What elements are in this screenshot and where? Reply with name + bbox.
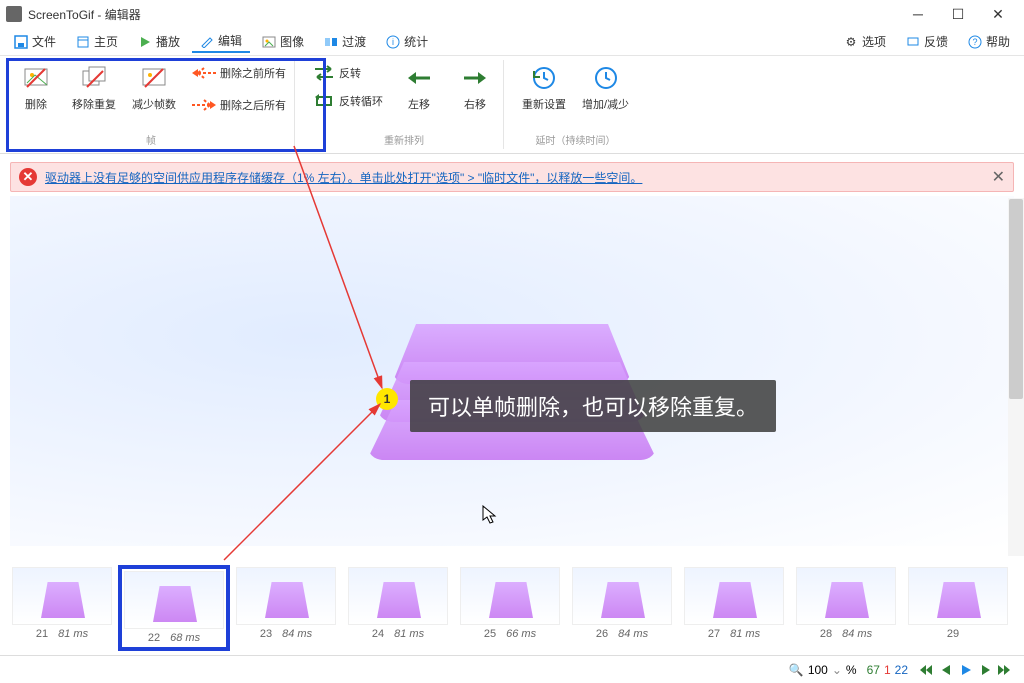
zoom-display[interactable]: 🔍 100 ⌄ % (789, 663, 857, 677)
preview-area[interactable] (10, 196, 1014, 546)
titlebar: ScreenToGif - 编辑器 ─ ☐ ✕ (0, 0, 1024, 28)
ribbon-group-frame: 删除 移除重复 减少帧数 删除之前所有 删除之后所有 帧 (8, 60, 295, 149)
thumb-23[interactable]: 2384 ms (230, 565, 342, 651)
move-left-button[interactable]: 左移 (397, 62, 441, 114)
clock-reset-icon (530, 64, 558, 92)
edit-icon (200, 34, 214, 48)
window-title: ScreenToGif - 编辑器 (28, 6, 898, 23)
delete-icon (22, 64, 50, 92)
thumb-image (684, 567, 784, 625)
delete-before-button[interactable]: 删除之前所有 (190, 62, 288, 84)
minimize-button[interactable]: ─ (898, 0, 938, 28)
arrow-right-icon (192, 96, 216, 114)
play-icon (138, 35, 152, 49)
preview-vscrollbar[interactable] (1008, 198, 1024, 556)
group-label-delay: 延时（持续时间） (536, 132, 616, 147)
save-icon (14, 35, 28, 49)
maximize-button[interactable]: ☐ (938, 0, 978, 28)
reverse-icon (313, 64, 335, 82)
move-right-icon (461, 64, 489, 92)
ribbon: 删除 移除重复 减少帧数 删除之前所有 删除之后所有 帧 反转 反转循环 左移 … (0, 56, 1024, 154)
ribbon-group-delay: 重新设置 增加/减少 延时（持续时间） (514, 60, 637, 149)
cursor-icon (482, 505, 498, 525)
svg-text:?: ? (972, 37, 977, 47)
thumb-image (12, 567, 112, 625)
options-icon: ⚙ (844, 35, 858, 49)
menu-edit[interactable]: 编辑 (192, 30, 250, 53)
thumb-27[interactable]: 2781 ms (678, 565, 790, 651)
move-left-icon (405, 64, 433, 92)
svg-text:i: i (392, 37, 394, 47)
home-icon (76, 35, 90, 49)
thumb-image (236, 567, 336, 625)
nav-buttons (918, 662, 1014, 678)
delete-after-button[interactable]: 删除之后所有 (190, 94, 288, 116)
thumb-image (908, 567, 1008, 625)
last-button[interactable] (998, 662, 1014, 678)
image-icon (262, 35, 276, 49)
delete-button[interactable]: 删除 (14, 62, 58, 114)
thumb-22[interactable]: 2268 ms (118, 565, 230, 651)
menu-file[interactable]: 文件 (6, 31, 64, 52)
transition-icon (324, 35, 338, 49)
thumb-26[interactable]: 2684 ms (566, 565, 678, 651)
reverse-loop-button[interactable]: 反转循环 (311, 90, 385, 112)
duplicate-icon (80, 64, 108, 92)
annotation-marker-1: 1 (376, 388, 398, 410)
app-icon (6, 6, 22, 22)
arrow-left-icon (192, 64, 216, 82)
group-label-rearrange: 重新排列 (384, 132, 424, 147)
reverse-button[interactable]: 反转 (311, 62, 385, 84)
reverse-loop-icon (313, 92, 335, 110)
thumb-image (460, 567, 560, 625)
thumbnail-strip[interactable]: 2181 ms 2268 ms 2384 ms 2481 ms 2566 ms … (6, 565, 1018, 651)
thumb-24[interactable]: 2481 ms (342, 565, 454, 651)
menubar: 文件 主页 播放 编辑 图像 过渡 i统计 ⚙选项 反馈 ?帮助 (0, 28, 1024, 56)
menu-stats[interactable]: i统计 (378, 31, 436, 52)
thumb-image (572, 567, 672, 625)
menu-transition[interactable]: 过渡 (316, 31, 374, 52)
remove-duplicates-button[interactable]: 移除重复 (70, 62, 118, 114)
thumb-image (796, 567, 896, 625)
warning-bar: ✕ 驱动器上没有足够的空间供应用程序存储缓存（1% 左右）。单击此处打开"选项"… (10, 162, 1014, 192)
menu-home[interactable]: 主页 (68, 31, 126, 52)
prev-button[interactable] (938, 662, 954, 678)
menu-help[interactable]: ?帮助 (960, 31, 1018, 52)
menu-feedback[interactable]: 反馈 (898, 31, 956, 52)
help-icon: ? (968, 35, 982, 49)
move-right-button[interactable]: 右移 (453, 62, 497, 114)
frame-counter: 67 1 22 (867, 663, 908, 677)
menu-play[interactable]: 播放 (130, 31, 188, 52)
menu-image[interactable]: 图像 (254, 31, 312, 52)
first-button[interactable] (918, 662, 934, 678)
error-icon: ✕ (19, 168, 37, 186)
feedback-icon (906, 35, 920, 49)
thumb-image (124, 571, 224, 629)
group-label-frame: 帧 (146, 132, 156, 147)
close-button[interactable]: ✕ (978, 0, 1018, 28)
stats-icon: i (386, 35, 400, 49)
zoom-icon: 🔍 (789, 663, 804, 677)
reduce-icon (140, 64, 168, 92)
zoom-dropdown-icon[interactable]: ⌄ (832, 663, 842, 677)
inc-dec-button[interactable]: 增加/减少 (580, 62, 631, 114)
reduce-frames-button[interactable]: 减少帧数 (130, 62, 178, 114)
thumb-image (348, 567, 448, 625)
statusbar: 🔍 100 ⌄ % 67 1 22 (0, 655, 1024, 683)
thumb-25[interactable]: 2566 ms (454, 565, 566, 651)
play-status-button[interactable] (958, 662, 974, 678)
warning-close-button[interactable]: ✕ (992, 167, 1005, 187)
clock-adjust-icon (592, 64, 620, 92)
warning-link[interactable]: 驱动器上没有足够的空间供应用程序存储缓存（1% 左右）。单击此处打开"选项" >… (45, 169, 984, 186)
ribbon-group-rearrange: 反转 反转循环 左移 右移 重新排列 (305, 60, 504, 149)
annotation-text: 可以单帧删除，也可以移除重复。 (410, 380, 776, 432)
thumb-29[interactable]: 29 (902, 565, 1014, 651)
thumb-21[interactable]: 2181 ms (6, 565, 118, 651)
next-button[interactable] (978, 662, 994, 678)
window-controls: ─ ☐ ✕ (898, 0, 1018, 28)
thumb-28[interactable]: 2884 ms (790, 565, 902, 651)
reset-button[interactable]: 重新设置 (520, 62, 568, 114)
menu-options[interactable]: ⚙选项 (836, 31, 894, 52)
